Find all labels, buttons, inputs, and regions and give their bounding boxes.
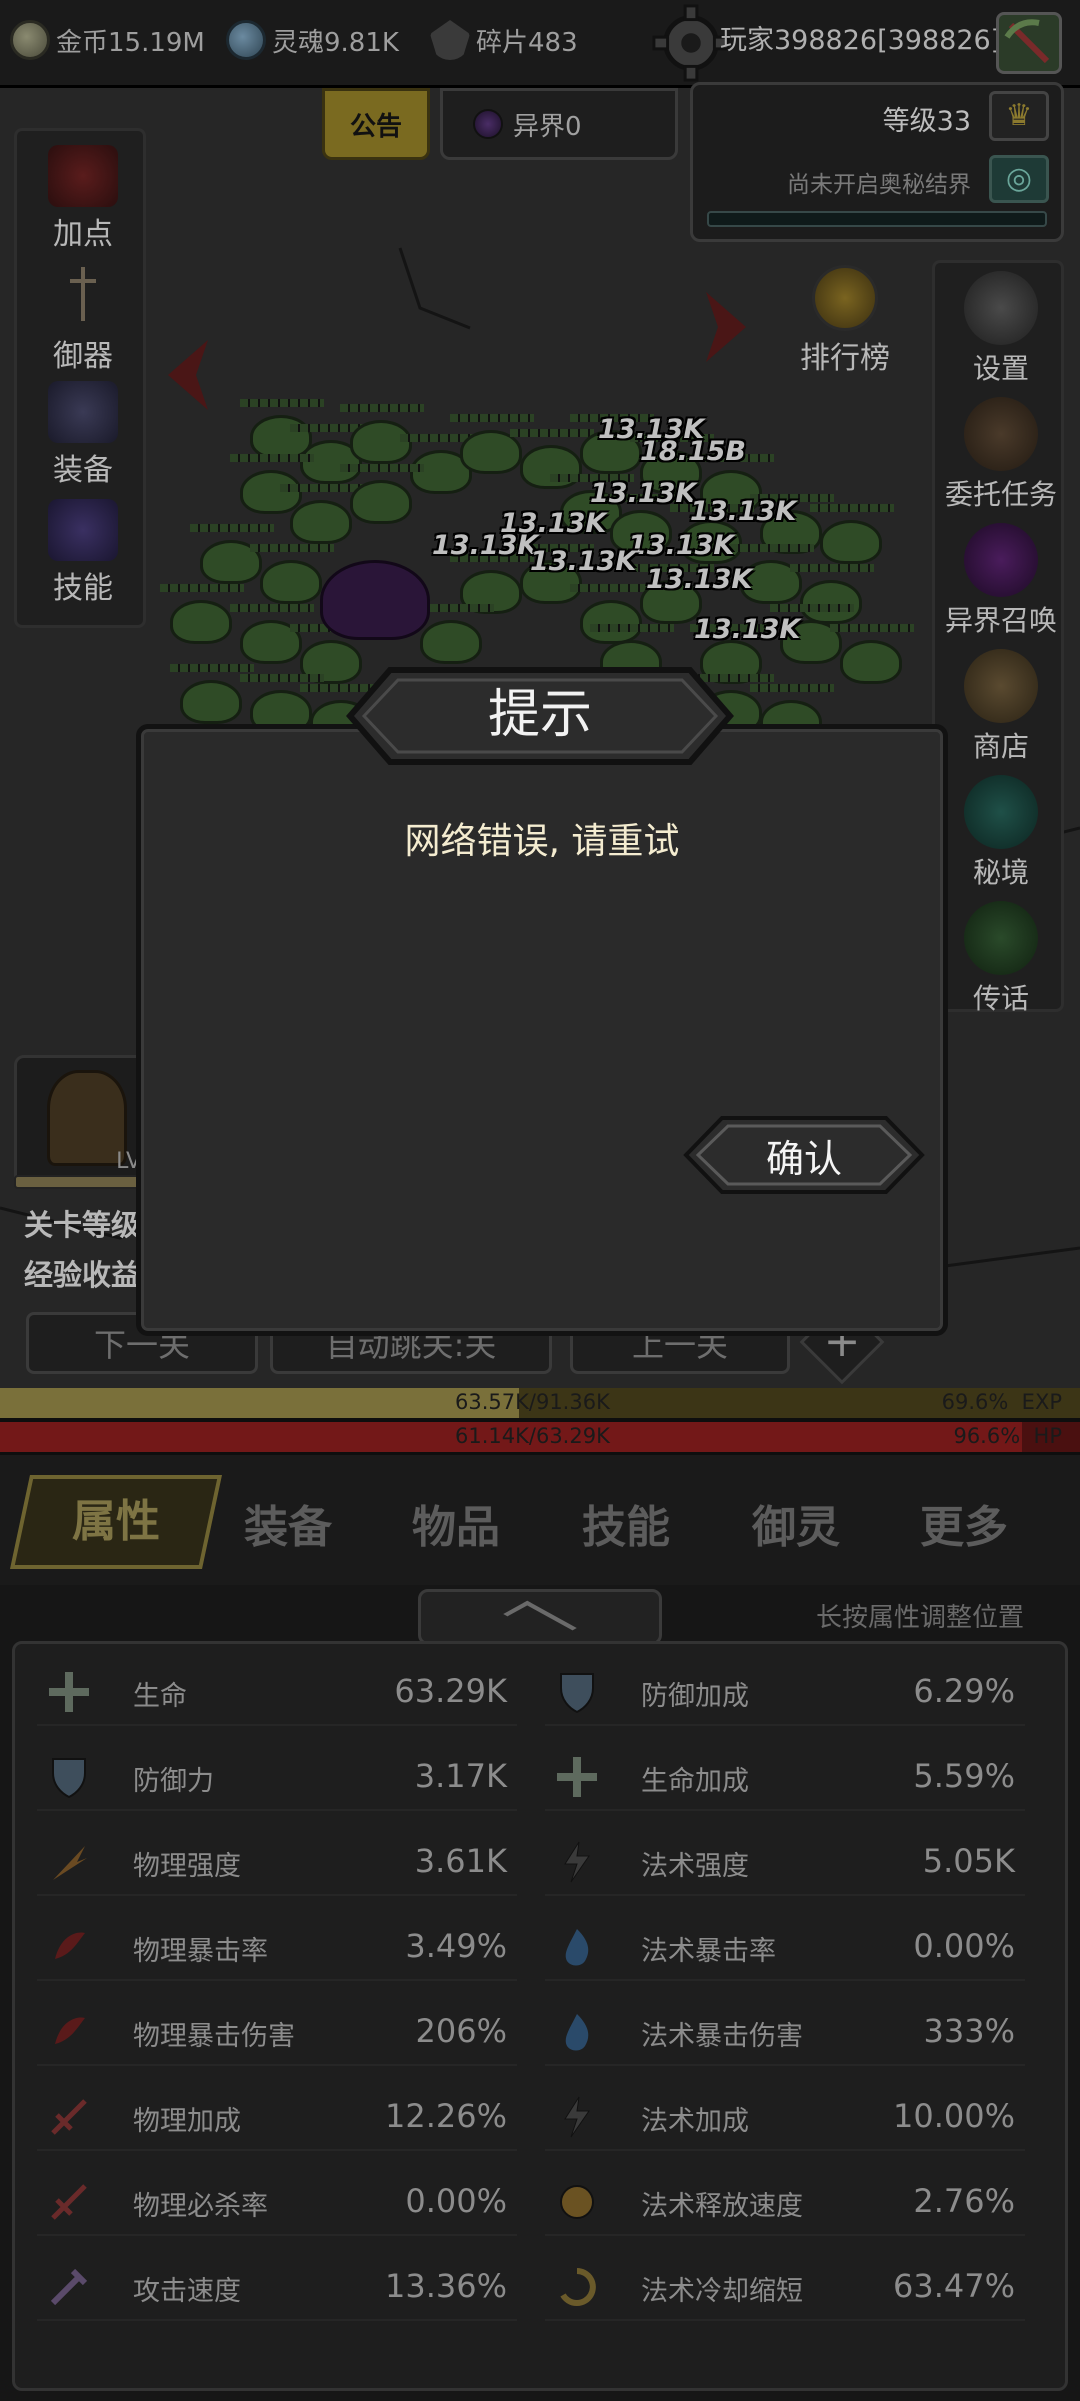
modal-overlay: 提示 网络错误, 请重试 确认	[0, 0, 1080, 2401]
dialog-title: 提示	[487, 685, 592, 745]
confirm-label[interactable]: 确认	[682, 1128, 926, 1183]
dialog-message: 网络错误, 请重试	[404, 821, 680, 862]
